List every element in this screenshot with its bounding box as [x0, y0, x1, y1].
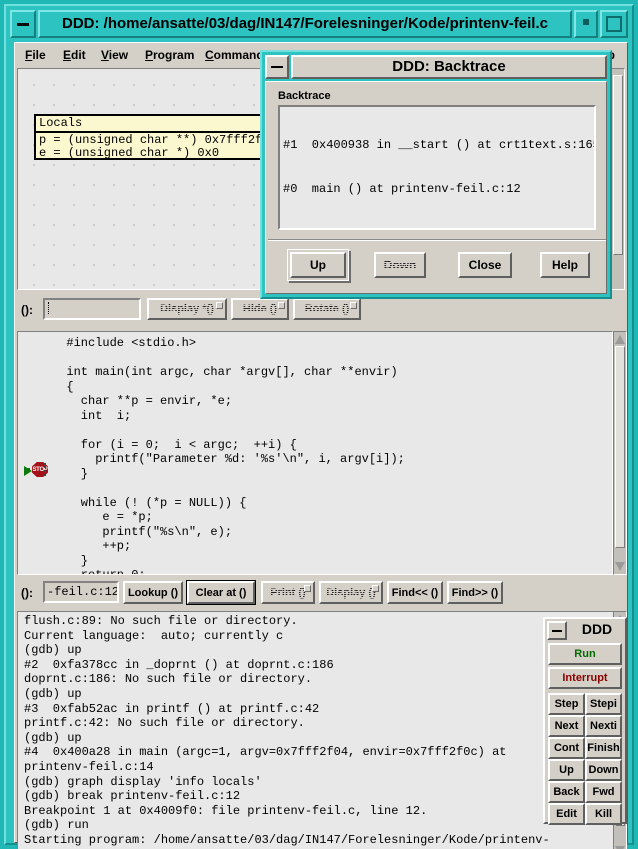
minimize-icon	[17, 23, 29, 26]
window-restore-button[interactable]	[574, 10, 598, 38]
step-button[interactable]: Step	[548, 693, 585, 715]
window-title: DDD: /home/ansatte/03/dag/IN147/Forelesn…	[38, 10, 572, 38]
minimize-icon	[552, 630, 562, 632]
backtrace-dialog-body: Backtrace #1 0x400938 in __start () at c…	[265, 81, 607, 294]
backtrace-list[interactable]: #1 0x400938 in __start () at crt1text.s:…	[278, 105, 596, 230]
locals-display-node[interactable]: Locals p = (unsigned char **) 0x7fff2f0c…	[34, 114, 291, 160]
backtrace-up-button[interactable]: Up	[290, 252, 346, 278]
menu-program[interactable]: Program	[141, 46, 198, 64]
backtrace-frame-row[interactable]: #0 main () at printenv-feil.c:12	[283, 182, 591, 197]
gdb-console[interactable]: flush.c:89: No such file or directory. C…	[17, 611, 625, 849]
chevron-down-icon	[350, 302, 357, 309]
source-toolbar: (): -feil.c:12 Lookup () Clear at () Pri…	[17, 579, 625, 607]
run-button[interactable]: Run	[548, 643, 622, 665]
data-argument-input[interactable]	[43, 298, 141, 320]
stepi-button[interactable]: Stepi	[585, 693, 622, 715]
screen: DDD: /home/ansatte/03/dag/IN147/Forelesn…	[0, 0, 638, 849]
backtrace-frame-row[interactable]: #1 0x400938 in __start () at crt1text.s:…	[283, 138, 594, 153]
backtrace-title-bar: DDD: Backtrace	[265, 55, 607, 79]
print-button[interactable]: Print ()	[261, 581, 315, 604]
rotate-button[interactable]: Rotate ()	[293, 298, 361, 320]
source-vertical-scrollbar[interactable]	[613, 331, 627, 575]
restore-icon	[583, 19, 589, 25]
minimize-icon	[271, 66, 283, 68]
window-maximize-button[interactable]	[600, 10, 628, 38]
palette-minimize-button[interactable]	[547, 621, 567, 640]
dialog-separator	[268, 239, 606, 241]
backtrace-minimize-button[interactable]	[265, 55, 289, 79]
scroll-down-arrow-icon[interactable]	[615, 562, 625, 572]
command-tool-palette: DDD Run Interrupt Step Stepi Next Nexti …	[543, 617, 627, 825]
source-code-text[interactable]: #include <stdio.h> int main(int argc, ch…	[52, 336, 404, 574]
display-source-button[interactable]: Display ()	[319, 581, 383, 604]
kill-button[interactable]: Kill	[585, 803, 622, 825]
find-backward-button[interactable]: Find<< ()	[387, 581, 443, 604]
menu-edit[interactable]: Edit	[59, 46, 90, 64]
edit-button[interactable]: Edit	[548, 803, 585, 825]
locals-line: e = (unsigned char *) 0x0	[39, 146, 220, 160]
backtrace-list-label: Backtrace	[278, 90, 331, 102]
backtrace-close-button[interactable]: Close	[458, 252, 512, 278]
menu-file[interactable]: File	[21, 46, 50, 64]
finish-button[interactable]: Finish	[585, 737, 622, 759]
source-code-panel[interactable]: STOP #include <stdio.h> int main(int arg…	[17, 331, 613, 575]
data-argument-label: ():	[21, 303, 33, 317]
down-button[interactable]: Down	[585, 759, 622, 781]
breakpoint-marker[interactable]: STOP	[24, 462, 52, 477]
data-toolbar: (): Display *() Hide () Rotate ()	[17, 295, 625, 325]
gdb-console-text[interactable]: flush.c:89: No such file or directory. C…	[24, 614, 624, 849]
next-button[interactable]: Next	[548, 715, 585, 737]
interrupt-button[interactable]: Interrupt	[548, 667, 622, 689]
display-button[interactable]: Display *()	[147, 298, 227, 320]
chevron-down-icon	[216, 302, 223, 309]
palette-title-bar: DDD	[547, 621, 623, 640]
up-button[interactable]: Up	[548, 759, 585, 781]
backtrace-help-button[interactable]: Help	[540, 252, 590, 278]
hide-button[interactable]: Hide ()	[231, 298, 289, 320]
nexti-button[interactable]: Nexti	[585, 715, 622, 737]
source-gutter[interactable]: STOP	[18, 332, 50, 574]
scrollbar-thumb[interactable]	[615, 346, 625, 548]
find-forward-button[interactable]: Find>> ()	[447, 581, 503, 604]
back-button[interactable]: Back	[548, 781, 585, 803]
backtrace-down-button[interactable]: Down	[374, 252, 426, 278]
menu-view[interactable]: View	[97, 46, 132, 64]
scroll-up-arrow-icon[interactable]	[615, 334, 625, 344]
backtrace-dialog: DDD: Backtrace Backtrace #1 0x400938 in …	[260, 50, 612, 299]
clear-at-button[interactable]: Clear at ()	[187, 581, 255, 604]
source-argument-input[interactable]: -feil.c:12	[43, 581, 119, 603]
data-panel-vertical-scrollbar[interactable]	[611, 68, 625, 290]
chevron-down-icon	[278, 302, 285, 309]
source-argument-label: ():	[21, 586, 33, 600]
chevron-down-icon	[372, 585, 379, 592]
locals-display-title: Locals	[36, 116, 289, 133]
fwd-button[interactable]: Fwd	[585, 781, 622, 803]
green-arrow-head-icon	[24, 466, 32, 476]
title-bar: DDD: /home/ansatte/03/dag/IN147/Forelesn…	[10, 10, 628, 38]
chevron-down-icon	[304, 585, 311, 592]
cont-button[interactable]: Cont	[548, 737, 585, 759]
scrollbar-thumb[interactable]	[613, 75, 623, 255]
palette-title: DDD	[581, 621, 613, 637]
maximize-icon	[606, 16, 622, 32]
lookup-button[interactable]: Lookup ()	[123, 581, 183, 604]
source-caret	[44, 463, 46, 476]
backtrace-dialog-title: DDD: Backtrace	[291, 55, 607, 79]
text-caret	[48, 302, 49, 314]
window-minimize-button[interactable]	[10, 10, 36, 38]
